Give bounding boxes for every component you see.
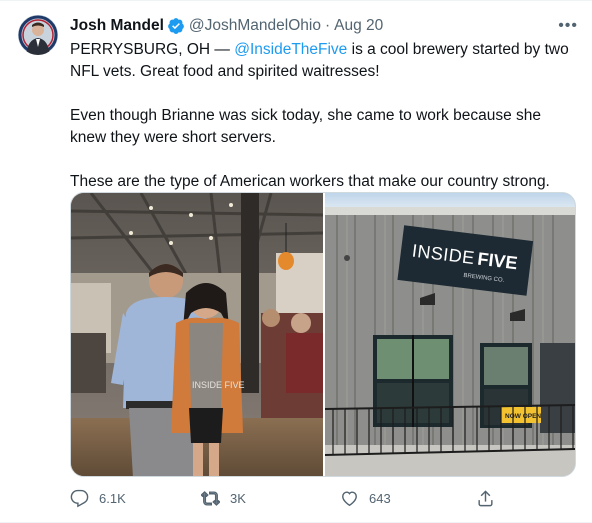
- reply-icon: [70, 489, 89, 508]
- mention-link[interactable]: @InsideTheFive: [234, 41, 347, 58]
- like-count: 643: [369, 491, 391, 506]
- author-handle[interactable]: @JoshMandelOhio: [189, 15, 321, 37]
- media-grid: INSIDE FIVE INSIDE FIVE BREWING CO. NOW …: [70, 192, 576, 477]
- verified-badge-icon: [167, 17, 185, 35]
- tweet-actions: 6.1K 3K 643: [70, 489, 510, 513]
- author-name[interactable]: Josh Mandel: [70, 15, 164, 37]
- tweet-paragraph-1: PERRYSBURG, OH — @InsideTheFive is a coo…: [70, 39, 576, 83]
- like-button[interactable]: 643: [340, 489, 391, 508]
- reply-count: 6.1K: [99, 491, 126, 506]
- tweet-paragraph-2: Even though Brianne was sick today, she …: [70, 107, 542, 146]
- shirt-text: INSIDE FIVE: [192, 380, 245, 390]
- separator: ·: [324, 17, 331, 34]
- more-options-icon[interactable]: •••: [558, 15, 578, 37]
- heart-icon: [342, 491, 357, 507]
- tweet-date[interactable]: Aug 20: [334, 15, 383, 37]
- share-button[interactable]: [476, 489, 505, 508]
- now-open-sign: NOW OPEN: [505, 413, 541, 420]
- photo-exterior[interactable]: INSIDE FIVE BREWING CO. NOW OPEN: [325, 193, 575, 476]
- share-icon: [478, 490, 493, 507]
- photo-interior[interactable]: INSIDE FIVE: [71, 193, 323, 476]
- retweet-button[interactable]: 3K: [201, 489, 246, 508]
- reply-button[interactable]: 6.1K: [70, 489, 126, 508]
- text-segment: PERRYSBURG, OH —: [70, 41, 235, 58]
- retweet-count: 3K: [230, 491, 246, 506]
- tweet-paragraph-3: These are the type of American workers t…: [70, 173, 550, 190]
- retweet-icon: [201, 491, 220, 506]
- tweet-text: PERRYSBURG, OH — @InsideTheFive is a coo…: [70, 39, 576, 215]
- avatar[interactable]: [18, 15, 58, 55]
- tweet[interactable]: Josh Mandel @JoshMandelOhio · Aug 20 •••…: [0, 0, 592, 523]
- tweet-header: Josh Mandel @JoshMandelOhio · Aug 20 •••: [70, 15, 578, 37]
